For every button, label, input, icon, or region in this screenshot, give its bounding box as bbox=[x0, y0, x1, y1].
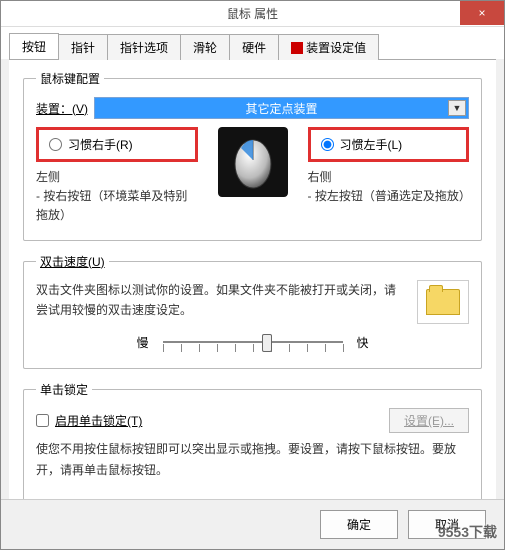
left-side-text: - 按右按钮（环境菜单及特别拖放） bbox=[36, 187, 198, 225]
left-hand-label: 习惯左手(L) bbox=[340, 136, 403, 153]
clicklock-group: 单击锁定 启用单击锁定(T) 设置(E)... 使您不用按住鼠标按钮即可以突出显… bbox=[23, 381, 482, 499]
dialog-footer: 确定 取消 bbox=[1, 499, 504, 549]
tab-device-settings[interactable]: 装置设定值 bbox=[278, 34, 379, 60]
right-hand-label: 习惯右手(R) bbox=[68, 136, 133, 153]
left-side-block: 左侧 - 按右按钮（环境菜单及特别拖放） bbox=[36, 168, 198, 226]
device-row: 装置：(V) 其它定点装置 ▼ bbox=[36, 97, 469, 119]
chevron-down-icon: ▼ bbox=[448, 100, 466, 116]
clicklock-help: 使您不用按住鼠标按钮即可以突出显示或拖拽。要设置，请按下鼠标按钮。要放开，请再单… bbox=[36, 439, 469, 480]
doubleclick-help: 双击文件夹图标以测试你的设置。如果文件夹不能被打开或关闭，请尝试用较慢的双击速度… bbox=[36, 280, 469, 321]
mouse-icon bbox=[231, 134, 275, 190]
doubleclick-group: 双击速度(U) 双击文件夹图标以测试你的设置。如果文件夹不能被打开或关闭，请尝试… bbox=[23, 253, 482, 370]
right-side-block: 右侧 - 按左按钮（普通选定及拖放） bbox=[308, 168, 470, 206]
tab-pointer-options[interactable]: 指针选项 bbox=[107, 34, 181, 60]
right-hand-column: 习惯右手(R) 左侧 - 按右按钮（环境菜单及特别拖放） bbox=[36, 127, 198, 226]
clicklock-enable-text: 启用单击锁定(T) bbox=[55, 412, 142, 429]
clicklock-settings-button: 设置(E)... bbox=[389, 408, 469, 433]
tab-hardware[interactable]: 硬件 bbox=[229, 34, 279, 60]
left-hand-radio[interactable] bbox=[321, 138, 334, 151]
clicklock-checkbox[interactable] bbox=[36, 414, 49, 427]
close-button[interactable]: × bbox=[460, 1, 504, 25]
clicklock-row: 启用单击锁定(T) 设置(E)... bbox=[36, 408, 469, 433]
left-hand-radio-wrap[interactable]: 习惯左手(L) bbox=[308, 127, 470, 162]
close-icon: × bbox=[478, 6, 485, 20]
right-side-title: 右侧 bbox=[308, 168, 470, 187]
mouse-properties-dialog: 鼠标 属性 × 按钮 指针 指针选项 滑轮 硬件 装置设定值 鼠标键配置 装置：… bbox=[0, 0, 505, 550]
left-side-title: 左侧 bbox=[36, 168, 198, 187]
dialog-title: 鼠标 属性 bbox=[227, 5, 278, 22]
tab-content: 鼠标键配置 装置：(V) 其它定点装置 ▼ 习惯右手(R) 左侧 - 按右按钮（… bbox=[9, 59, 496, 499]
tab-strip: 按钮 指针 指针选项 滑轮 硬件 装置设定值 bbox=[1, 27, 504, 59]
tab-wheel[interactable]: 滑轮 bbox=[180, 34, 230, 60]
ok-button[interactable]: 确定 bbox=[320, 510, 398, 539]
doubleclick-slider-row: 慢 快 bbox=[36, 330, 469, 354]
titlebar: 鼠标 属性 × bbox=[1, 1, 504, 27]
clicklock-checkbox-label[interactable]: 启用单击锁定(T) bbox=[36, 412, 142, 429]
right-hand-radio[interactable] bbox=[49, 138, 62, 151]
button-config-group: 鼠标键配置 装置：(V) 其它定点装置 ▼ 习惯右手(R) 左侧 - 按右按钮（… bbox=[23, 70, 482, 241]
mouse-image bbox=[218, 127, 288, 197]
right-side-text: - 按左按钮（普通选定及拖放） bbox=[308, 187, 470, 206]
device-dropdown[interactable]: 其它定点装置 ▼ bbox=[94, 97, 469, 119]
tab-pointer[interactable]: 指针 bbox=[58, 34, 108, 60]
device-dropdown-value: 其它定点装置 bbox=[245, 100, 317, 117]
handedness-row: 习惯右手(R) 左侧 - 按右按钮（环境菜单及特别拖放） bbox=[36, 127, 469, 226]
folder-icon bbox=[426, 289, 460, 315]
clicklock-legend: 单击锁定 bbox=[36, 381, 92, 398]
left-hand-column: 习惯左手(L) 右侧 - 按左按钮（普通选定及拖放） bbox=[308, 127, 470, 226]
right-hand-radio-wrap[interactable]: 习惯右手(R) bbox=[36, 127, 198, 162]
slow-label: 慢 bbox=[136, 334, 148, 351]
watermark: 9553下载 bbox=[438, 522, 497, 542]
button-config-legend: 鼠标键配置 bbox=[36, 70, 104, 87]
fast-label: 快 bbox=[357, 334, 369, 351]
device-icon bbox=[291, 42, 303, 54]
doubleclick-slider[interactable] bbox=[163, 330, 343, 354]
tab-buttons[interactable]: 按钮 bbox=[9, 33, 59, 59]
slider-thumb[interactable] bbox=[262, 334, 272, 352]
folder-test-box[interactable] bbox=[417, 280, 469, 324]
doubleclick-legend: 双击速度(U) bbox=[36, 253, 109, 270]
mouse-preview bbox=[208, 127, 298, 226]
device-label: 装置：(V) bbox=[36, 100, 88, 117]
